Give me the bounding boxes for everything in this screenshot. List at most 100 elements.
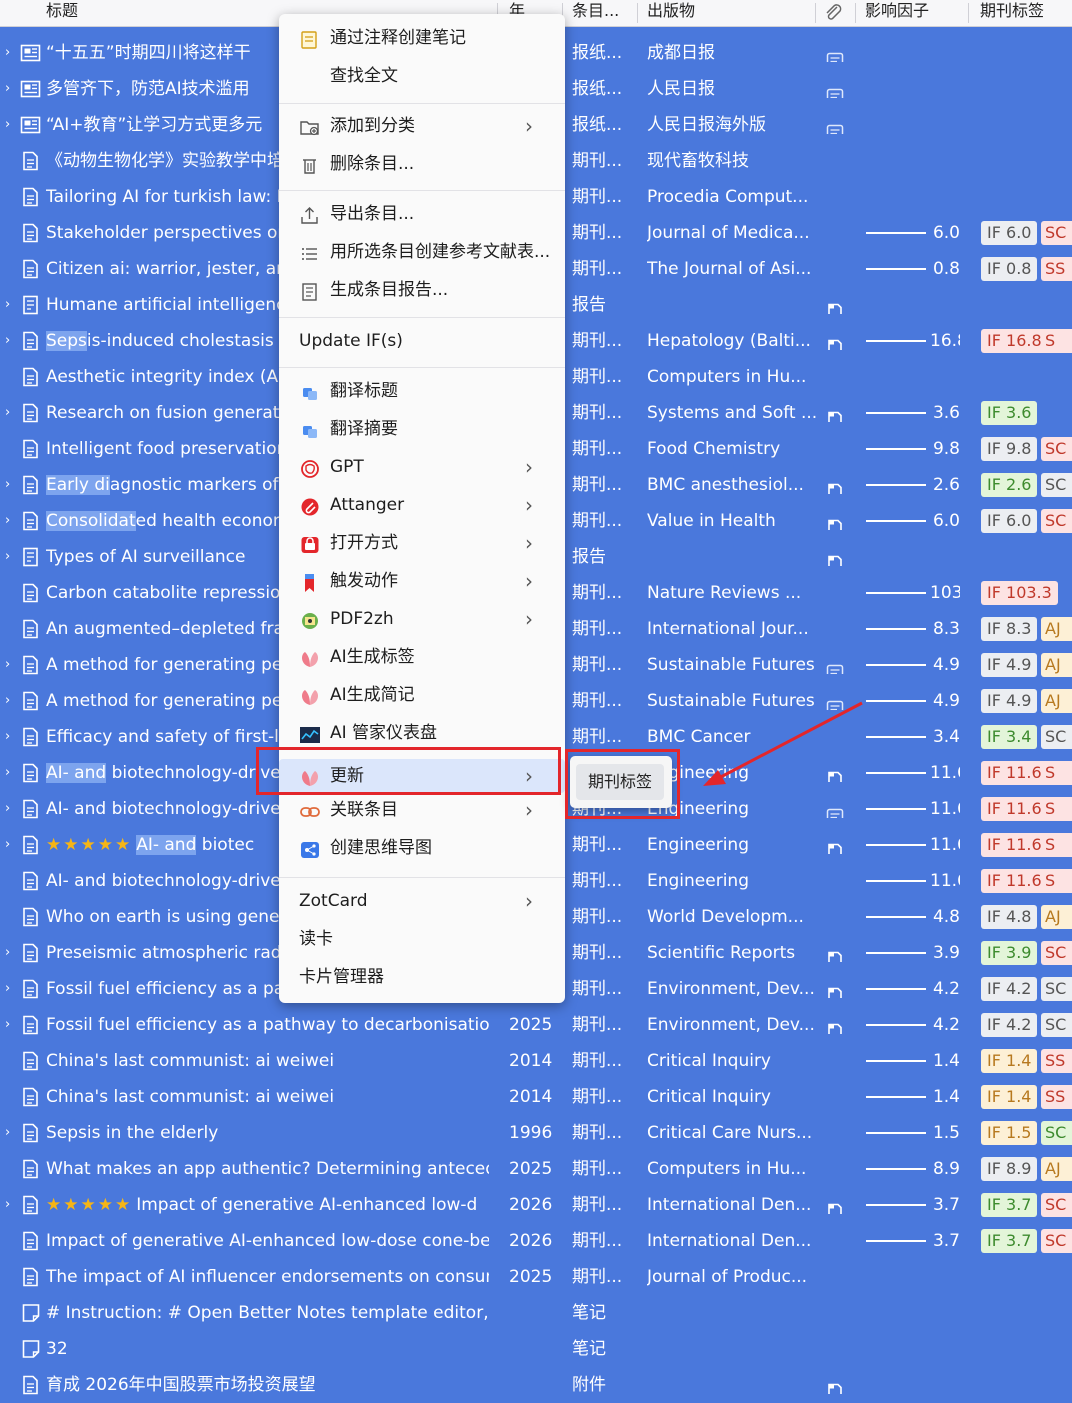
table-row[interactable]: › Sepsis in the elderly 1996 期刊... Critical …	[0, 1115, 1072, 1151]
expand-chevron-icon[interactable]: ›	[5, 791, 17, 827]
expand-chevron-icon[interactable]: ›	[5, 755, 17, 791]
attachment-pdf-icon[interactable]	[826, 513, 844, 530]
expand-chevron-icon[interactable]: ›	[5, 647, 17, 683]
menu-item-20[interactable]: AI生成简记	[279, 678, 565, 712]
expand-chevron-icon[interactable]	[5, 1223, 17, 1259]
expand-chevron-icon[interactable]: ›	[5, 827, 17, 863]
expand-chevron-icon[interactable]: ›	[5, 395, 17, 431]
menu-item-21[interactable]: AI 管家仪表盘	[279, 716, 565, 750]
menu-item-0[interactable]: 通过注释创建笔记	[279, 21, 565, 55]
attachment-pdf-icon[interactable]	[826, 297, 844, 314]
column-title[interactable]: 标题	[46, 0, 276, 26]
submenu-item-journal-tags[interactable]: 期刊标签	[576, 764, 664, 800]
expand-chevron-icon[interactable]	[5, 431, 17, 467]
expand-chevron-icon[interactable]	[5, 899, 17, 935]
menu-item-4[interactable]: 删除条目...	[279, 147, 565, 181]
column-impact-factor[interactable]: 影响因子	[865, 0, 955, 26]
table-row[interactable]: What makes an app authentic? Determining…	[0, 1151, 1072, 1187]
attachment-pdf-icon[interactable]	[826, 1197, 844, 1214]
attachment-pdf-icon[interactable]	[826, 477, 844, 494]
attachment-pdf-icon[interactable]	[826, 837, 844, 854]
column-attachments[interactable]	[822, 3, 850, 29]
expand-chevron-icon[interactable]	[5, 575, 17, 611]
expand-chevron-icon[interactable]: ›	[5, 1007, 17, 1043]
expand-chevron-icon[interactable]	[5, 215, 17, 251]
attachment-pdf-icon[interactable]	[826, 1377, 844, 1394]
expand-chevron-icon[interactable]	[5, 1295, 17, 1331]
menu-item-15[interactable]: Attanger ›	[279, 488, 565, 522]
attachment-pdf-icon[interactable]	[826, 765, 844, 782]
expand-chevron-icon[interactable]	[5, 1043, 17, 1079]
table-row[interactable]: › Fossil fuel efficiency as a pathway to …	[0, 1007, 1072, 1043]
expand-chevron-icon[interactable]	[5, 1151, 17, 1187]
attachment-link-icon[interactable]	[826, 693, 844, 710]
menu-item-23[interactable]: 关联条目 ›	[279, 793, 565, 827]
menu-item-28[interactable]: 卡片管理器	[279, 960, 565, 994]
menu-item-update[interactable]: 更新 ›	[279, 759, 565, 793]
attachment-pdf-icon[interactable]	[826, 1017, 844, 1034]
table-row[interactable]: Impact of generative AI-enhanced low-dos…	[0, 1223, 1072, 1259]
expand-chevron-icon[interactable]: ›	[5, 107, 17, 143]
table-row[interactable]: # Instruction: # Open Better Notes templ…	[0, 1295, 1072, 1331]
expand-chevron-icon[interactable]: ›	[5, 71, 17, 107]
table-row[interactable]: China's last communist: ai weiwei 2014 期刊.…	[0, 1079, 1072, 1115]
column-publication[interactable]: 出版物	[647, 0, 747, 26]
attachment-link-icon[interactable]	[826, 801, 844, 818]
attachment-pdf-icon[interactable]	[826, 981, 844, 998]
attachment-pdf-icon[interactable]	[826, 945, 844, 962]
menu-item-16[interactable]: 打开方式 ›	[279, 526, 565, 560]
expand-chevron-icon[interactable]: ›	[5, 323, 17, 359]
expand-chevron-icon[interactable]	[5, 251, 17, 287]
expand-chevron-icon[interactable]	[5, 359, 17, 395]
table-row[interactable]: 32 笔记	[0, 1331, 1072, 1367]
expand-chevron-icon[interactable]	[5, 179, 17, 215]
menu-item-10[interactable]: Update IF(s)	[279, 324, 565, 358]
expand-chevron-icon[interactable]: ›	[5, 1115, 17, 1151]
attachment-pdf-icon[interactable]	[826, 333, 844, 350]
menu-item-14[interactable]: GPT ›	[279, 450, 565, 484]
attachment-link-icon[interactable]	[826, 81, 844, 98]
expand-chevron-icon[interactable]: ›	[5, 971, 17, 1007]
expand-chevron-icon[interactable]	[5, 1259, 17, 1295]
attachment-pdf-icon[interactable]	[826, 405, 844, 422]
expand-chevron-icon[interactable]	[5, 863, 17, 899]
table-row[interactable]: › ★★★★★ Impact of generative AI-enhanced l…	[0, 1187, 1072, 1223]
expand-chevron-icon[interactable]: ›	[5, 35, 17, 71]
attachment-pdf-icon[interactable]	[826, 549, 844, 566]
expand-chevron-icon[interactable]	[5, 611, 17, 647]
expand-chevron-icon[interactable]	[5, 1331, 17, 1367]
attachment-link-icon[interactable]	[826, 657, 844, 674]
menu-item-13[interactable]: 翻译摘要	[279, 412, 565, 446]
menu-item-8[interactable]: 生成条目报告...	[279, 273, 565, 307]
table-row[interactable]: 育成 2026年中国股票市场投资展望 附件	[0, 1367, 1072, 1403]
table-row[interactable]: The impact of AI influencer endorsements…	[0, 1259, 1072, 1295]
menu-item-27[interactable]: 读卡	[279, 922, 565, 956]
menu-item-6[interactable]: 导出条目...	[279, 197, 565, 231]
impact-factor-bar	[866, 520, 926, 522]
menu-item-19[interactable]: AI生成标签	[279, 640, 565, 674]
expand-chevron-icon[interactable]: ›	[5, 503, 17, 539]
expand-chevron-icon[interactable]: ›	[5, 719, 17, 755]
menu-item-12[interactable]: 翻译标题	[279, 374, 565, 408]
expand-chevron-icon[interactable]: ›	[5, 287, 17, 323]
menu-item-18[interactable]: PDF2zh ›	[279, 602, 565, 636]
expand-chevron-icon[interactable]: ›	[5, 539, 17, 575]
expand-chevron-icon[interactable]: ›	[5, 683, 17, 719]
menu-item-3[interactable]: 添加到分类 ›	[279, 109, 565, 143]
attachment-link-icon[interactable]	[826, 117, 844, 134]
menu-item-17[interactable]: 触发动作 ›	[279, 564, 565, 598]
expand-chevron-icon[interactable]	[5, 1367, 17, 1403]
expand-chevron-icon[interactable]	[5, 143, 17, 179]
column-item-type[interactable]: 条目...	[572, 0, 632, 26]
menu-item-1[interactable]: 查找全文	[279, 59, 565, 93]
table-row[interactable]: China's last communist: ai weiwei 2014 期刊.…	[0, 1043, 1072, 1079]
menu-item-26[interactable]: ZotCard ›	[279, 884, 565, 918]
expand-chevron-icon[interactable]: ›	[5, 935, 17, 971]
menu-item-7[interactable]: 用所选条目创建参考文献表...	[279, 235, 565, 269]
menu-item-24[interactable]: 创建思维导图	[279, 831, 565, 865]
expand-chevron-icon[interactable]: ›	[5, 467, 17, 503]
attachment-link-icon[interactable]	[826, 45, 844, 62]
column-journal-tags[interactable]: 期刊标签	[980, 0, 1072, 26]
expand-chevron-icon[interactable]: ›	[5, 1187, 17, 1223]
expand-chevron-icon[interactable]	[5, 1079, 17, 1115]
